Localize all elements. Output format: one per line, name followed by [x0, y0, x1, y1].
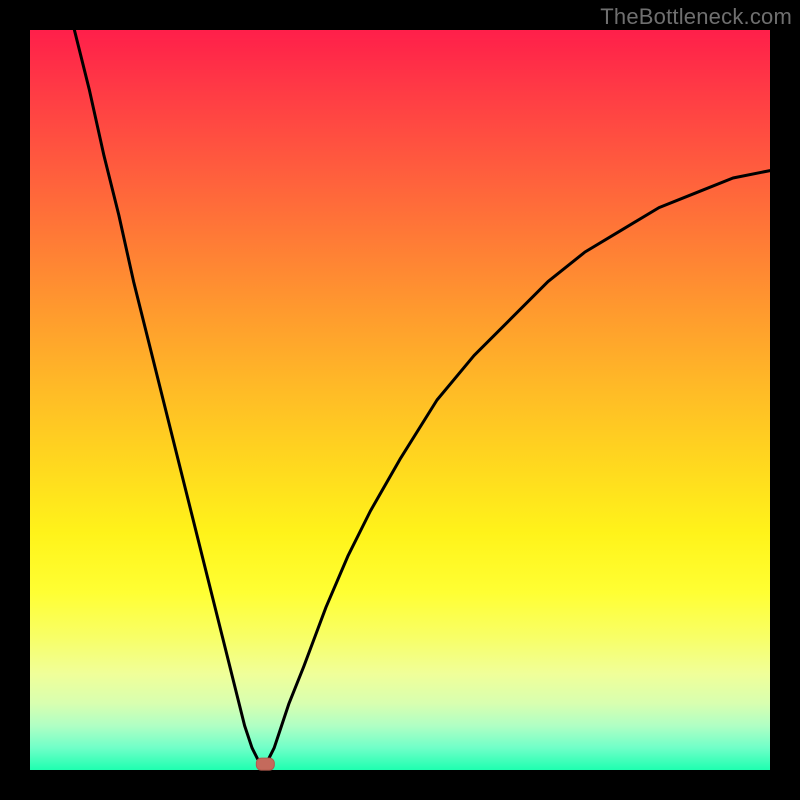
- plot-svg: [30, 30, 770, 770]
- chart-frame: TheBottleneck.com: [0, 0, 800, 800]
- minimum-marker: [256, 758, 274, 770]
- bottleneck-curve: [74, 30, 770, 763]
- plot-area: [30, 30, 770, 770]
- watermark-text: TheBottleneck.com: [600, 4, 792, 30]
